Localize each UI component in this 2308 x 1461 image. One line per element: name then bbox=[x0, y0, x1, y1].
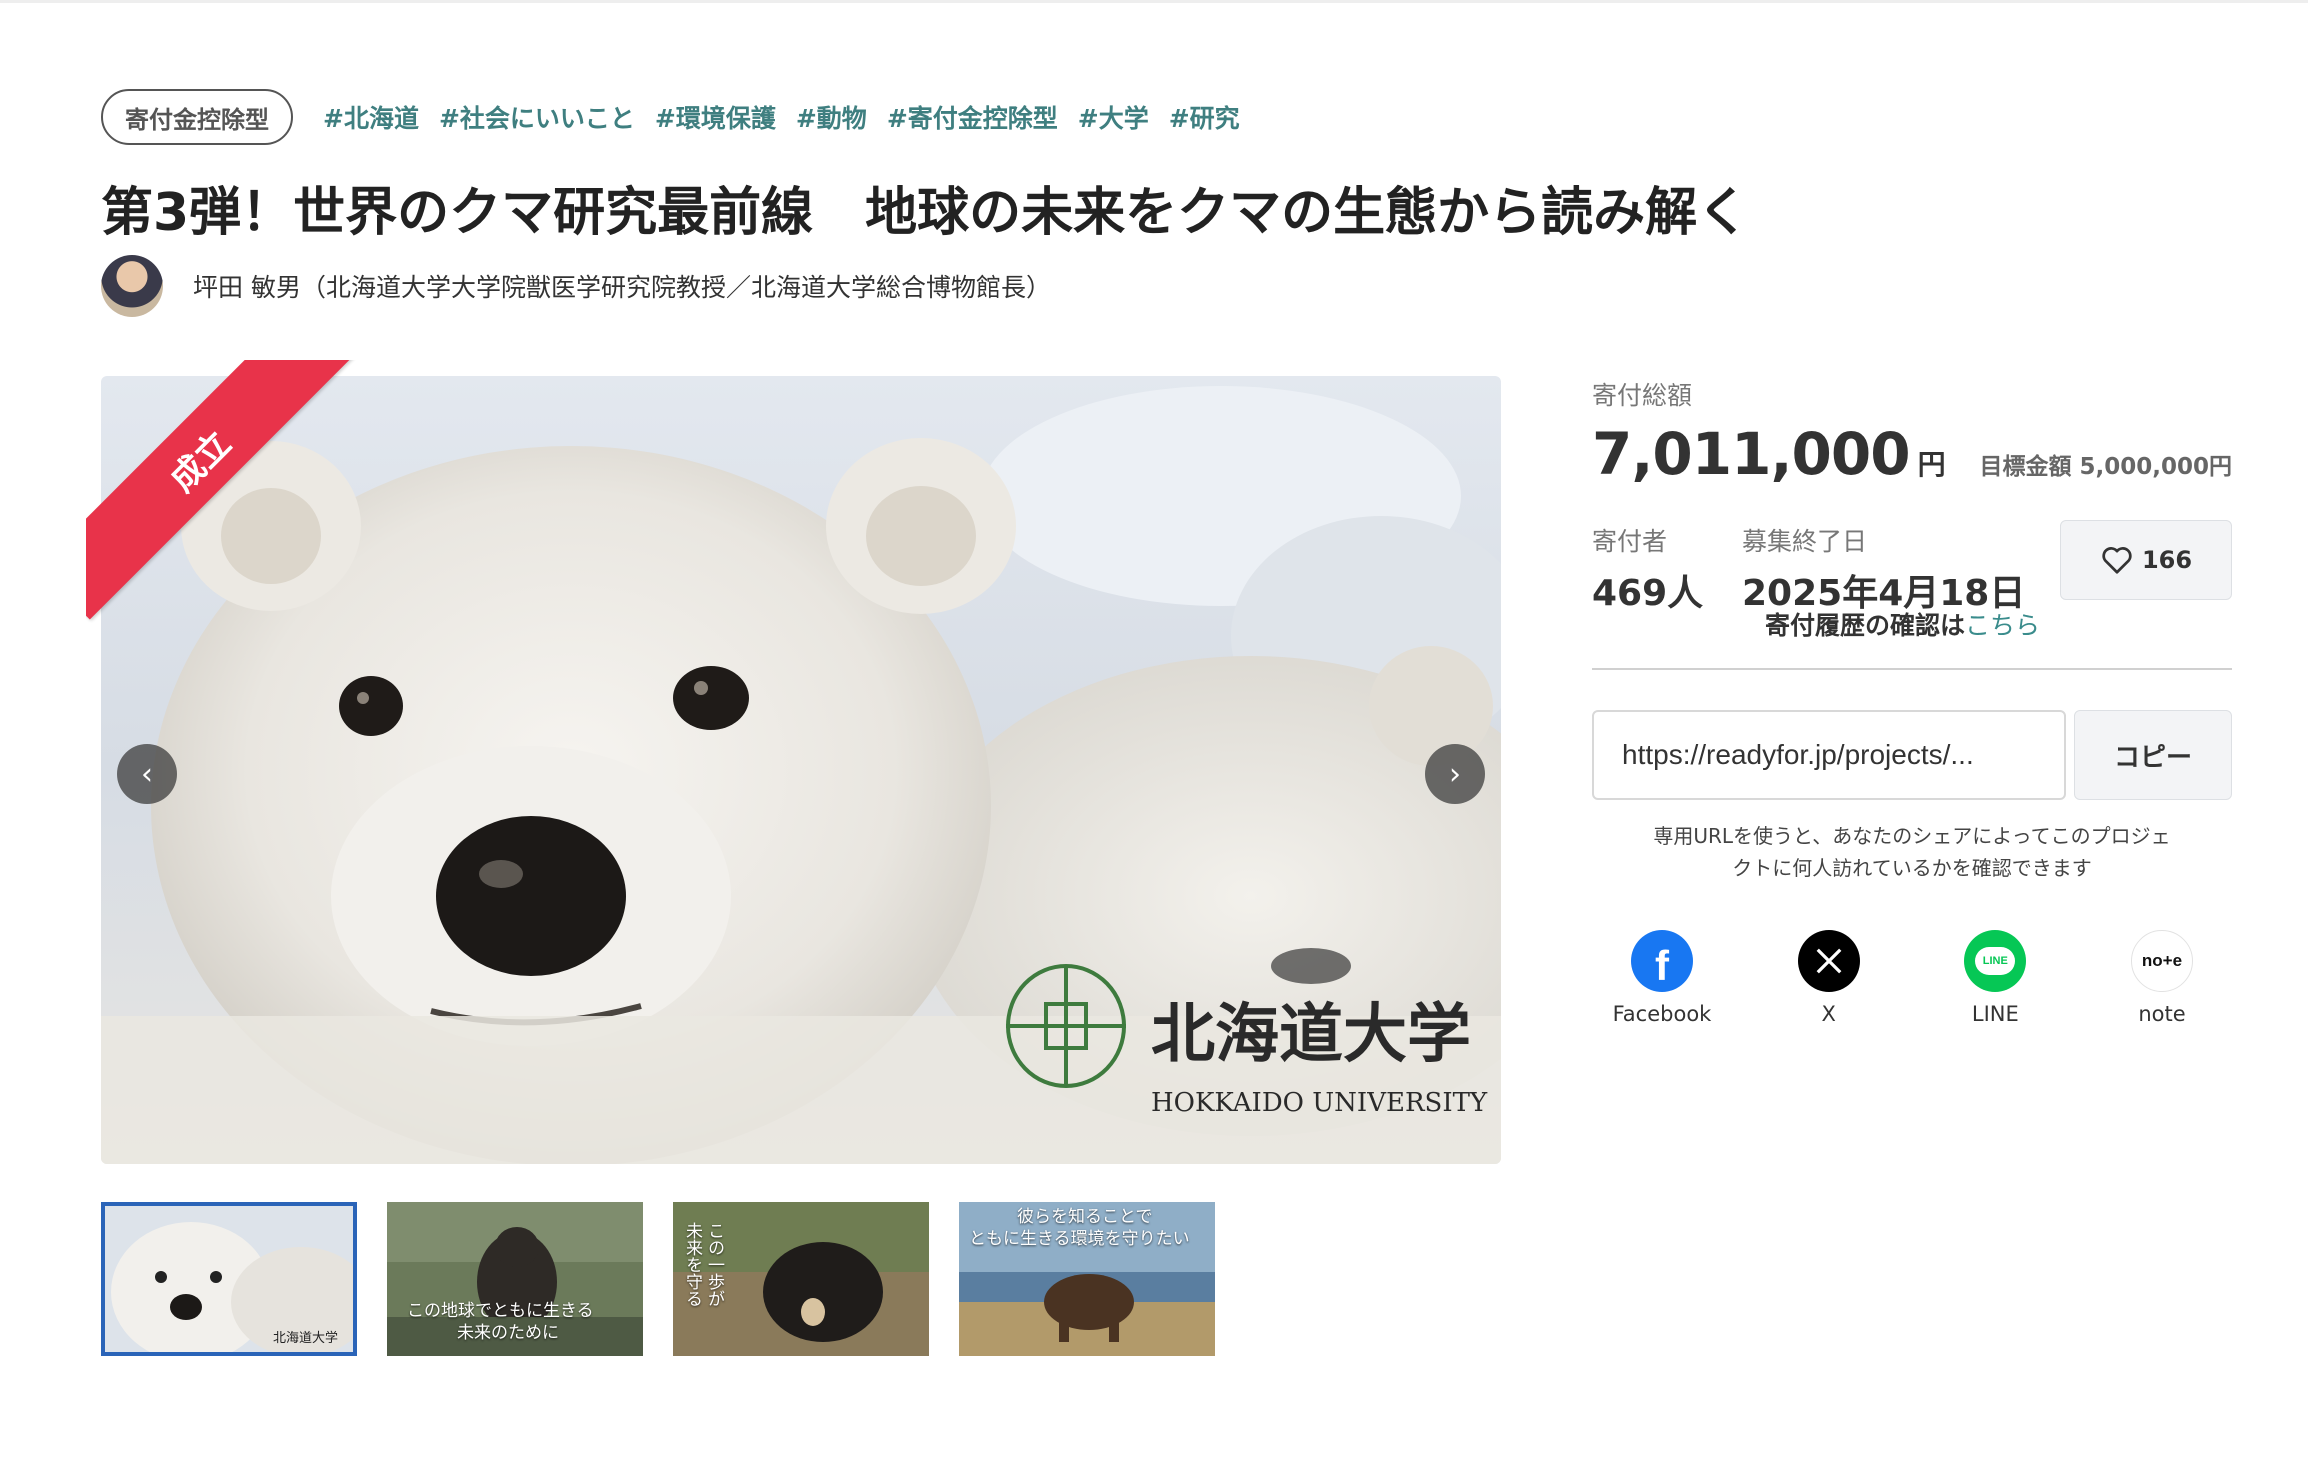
share-x[interactable]: X bbox=[1759, 930, 1899, 1026]
x-icon[interactable] bbox=[1797, 930, 1860, 992]
share-note-service[interactable]: no+e note bbox=[2092, 930, 2232, 1026]
heart-icon bbox=[2102, 547, 2132, 574]
share-note-line-1: 専用URLを使うと、あなたのシェアによってこのプロジェ bbox=[1653, 824, 2171, 848]
total-amount: 7,011,000 bbox=[1592, 420, 1911, 488]
project-owner: 坪田 敏男（北海道大学大学院獣医学研究院教授／北海道大学総合博物館長） bbox=[101, 255, 1051, 317]
line-icon[interactable]: LINE bbox=[1964, 930, 2027, 992]
hashtag-link[interactable]: #北海道 bbox=[323, 99, 419, 135]
copy-button[interactable]: コピー bbox=[2074, 710, 2232, 800]
thumbnail-strip: 北海道大学 この地球でともに生きる 未来のために この一歩が 未来を守る 彼らを… bbox=[101, 1202, 1245, 1356]
thumbnail-4-caption-1: 彼らを知ることで bbox=[1017, 1207, 1153, 1227]
thumbnail-3-caption-1: この一歩が bbox=[704, 1222, 724, 1307]
hashtag-link[interactable]: #社会にいいこと bbox=[439, 99, 635, 135]
share-url-input[interactable] bbox=[1592, 710, 2066, 800]
goal-amount: 目標金額 5,000,000円 bbox=[1979, 454, 2232, 480]
facebook-icon[interactable]: f bbox=[1631, 930, 1693, 992]
end-date-label: 募集終了日 bbox=[1742, 527, 1868, 556]
thumbnail-2[interactable]: この地球でともに生きる 未来のために bbox=[387, 1202, 643, 1356]
supporters-label: 寄付者 bbox=[1592, 527, 1668, 556]
thumbnail-4-caption-2: ともに生きる環境を守りたい bbox=[969, 1229, 1190, 1249]
thumbnail-4[interactable]: 彼らを知ることで ともに生きる環境を守りたい bbox=[959, 1202, 1215, 1356]
favorite-count: 166 bbox=[2141, 546, 2193, 574]
hashtag-link[interactable]: #環境保護 bbox=[655, 99, 776, 135]
hero-logo-en: HOKKAIDO UNIVERSITY bbox=[1151, 1088, 1488, 1118]
funding-panel: 寄付総額 7,011,000 円 目標金額 5,000,000円 寄付者 469… bbox=[1592, 376, 2232, 1026]
share-note: 専用URLを使うと、あなたのシェアによってこのプロジェ クトに何人訪れているかを… bbox=[1592, 820, 2232, 884]
thumbnail-logo: 北海道大学 bbox=[273, 1330, 338, 1346]
share-label: Facebook bbox=[1612, 1002, 1712, 1026]
chevron-right-icon: › bbox=[1449, 756, 1461, 792]
carousel-prev-button[interactable]: ‹ bbox=[117, 744, 177, 804]
total-label: 寄付総額 bbox=[1592, 381, 1693, 410]
hashtag-link[interactable]: #大学 bbox=[1078, 99, 1149, 135]
share-label: note bbox=[2138, 1002, 2186, 1026]
supporters-count: 469人 bbox=[1592, 573, 1704, 614]
thumbnail-3-caption-2: 未来を守る bbox=[682, 1222, 702, 1307]
share-note-line-2: クトに何人訪れているかを確認できます bbox=[1732, 856, 2092, 880]
history-text: 寄付履歴の確認は bbox=[1765, 611, 1966, 640]
tag-row: 寄付金控除型 #北海道 #社会にいいこと #環境保護 #動物 #寄付金控除型 #… bbox=[101, 89, 1260, 145]
chevron-left-icon: ‹ bbox=[141, 756, 153, 792]
share-line[interactable]: LINE LINE bbox=[1925, 930, 2065, 1026]
favorite-button[interactable]: 166 bbox=[2060, 520, 2232, 600]
social-share-row: f Facebook X LINE LINE no+e note bbox=[1592, 930, 2232, 1026]
note-icon[interactable]: no+e bbox=[2130, 930, 2193, 992]
thumbnail-3[interactable]: この一歩が 未来を守る bbox=[673, 1202, 929, 1356]
hero-logo-jp: 北海道大学 bbox=[1151, 997, 1471, 1072]
currency-label: 円 bbox=[1917, 448, 1946, 481]
top-divider bbox=[0, 0, 2308, 3]
thumbnail-2-caption-1: この地球でともに生きる bbox=[407, 1301, 594, 1321]
divider bbox=[1592, 668, 2232, 670]
hashtag-link[interactable]: #動物 bbox=[796, 99, 867, 135]
history-link[interactable]: こちら bbox=[1965, 611, 2040, 640]
page-title: 第3弾！世界のクマ研究最前線 地球の未来をクマの生態から読み解く bbox=[101, 183, 1750, 243]
carousel-next-button[interactable]: › bbox=[1425, 744, 1485, 804]
hero-image: 北海道大学 HOKKAIDO UNIVERSITY bbox=[101, 376, 1501, 1164]
share-label: X bbox=[1821, 1002, 1836, 1026]
donation-type-badge[interactable]: 寄付金控除型 bbox=[101, 89, 293, 145]
thumbnail-1[interactable]: 北海道大学 bbox=[101, 1202, 357, 1356]
thumbnail-2-caption-2: 未来のために bbox=[457, 1323, 559, 1343]
avatar[interactable] bbox=[101, 255, 163, 317]
share-label: LINE bbox=[1971, 1002, 2019, 1026]
hashtag-link[interactable]: #研究 bbox=[1169, 99, 1240, 135]
share-facebook[interactable]: f Facebook bbox=[1592, 930, 1732, 1026]
owner-name[interactable]: 坪田 敏男（北海道大学大学院獣医学研究院教授／北海道大学総合博物館長） bbox=[193, 268, 1051, 304]
donation-history: 寄付履歴の確認はこちら bbox=[1765, 606, 2040, 642]
hashtag-link[interactable]: #寄付金控除型 bbox=[887, 99, 1058, 135]
